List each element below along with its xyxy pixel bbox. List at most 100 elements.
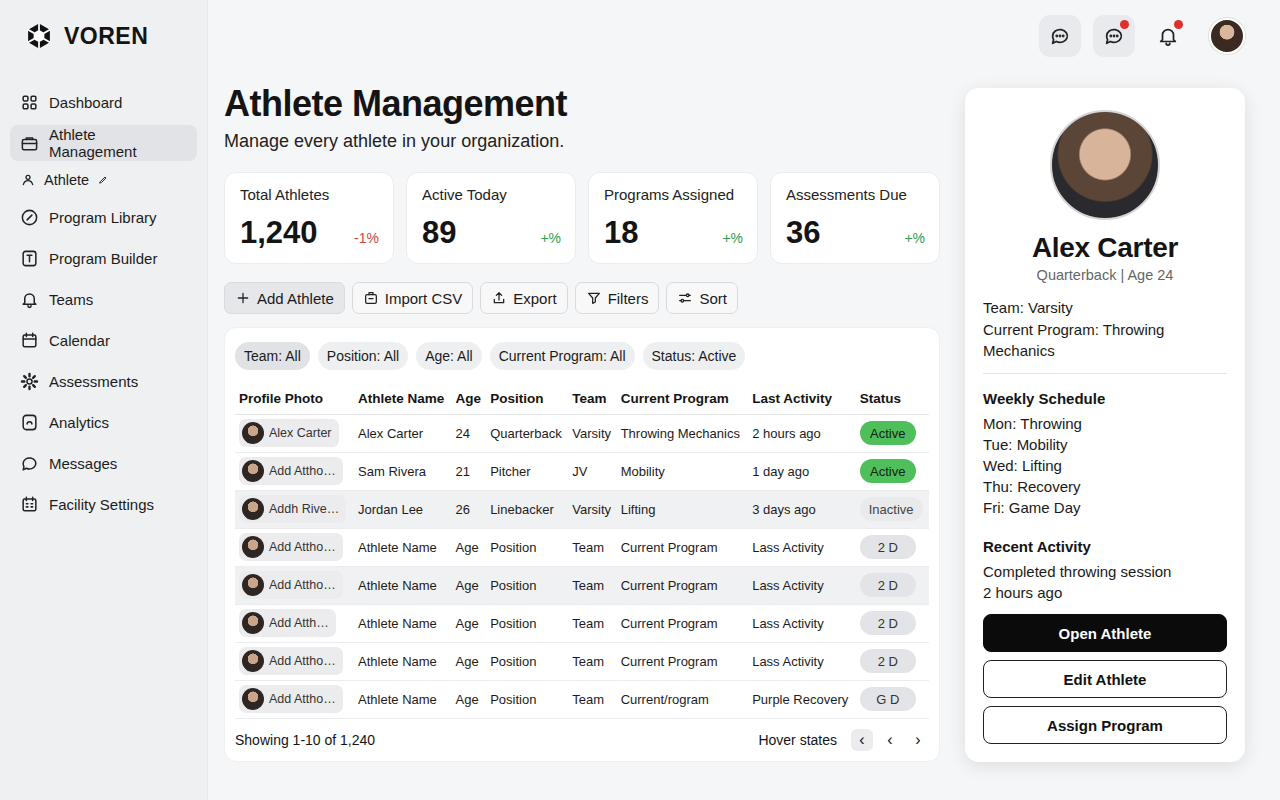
user-avatar[interactable] <box>1209 18 1245 54</box>
status-badge: 2 D <box>860 611 916 635</box>
sidebar-item[interactable]: Facility Settings <box>10 486 197 522</box>
header-button[interactable] <box>1093 15 1135 57</box>
column-header[interactable]: Team <box>568 384 616 414</box>
stat-row: 18+% <box>604 215 743 251</box>
table-cell: Age <box>451 604 486 642</box>
photo-chip[interactable]: Add Attho… <box>239 533 343 561</box>
athlete-photo <box>242 536 264 558</box>
activity-text: Completed throwing session <box>983 561 1227 582</box>
recent-activity: Recent ActivityCompleted throwing sessio… <box>983 536 1227 603</box>
table-cell: 26 <box>451 490 486 528</box>
table-row[interactable]: Add Atth…Athlete NameAgePositionTeamCurr… <box>235 604 929 642</box>
sidebar-item[interactable]: Athlete <box>10 166 197 194</box>
photo-chip[interactable]: Add Atth… <box>239 609 336 637</box>
photo-chip[interactable]: Add Attho… <box>239 457 343 485</box>
column-header[interactable]: Status <box>856 384 929 414</box>
table-row[interactable]: Alex CarterAlex Carter24QuarterbackVarsi… <box>235 414 929 452</box>
photo-chip[interactable]: Addh Rive… <box>239 495 346 523</box>
header-button[interactable] <box>1039 15 1081 57</box>
toolbar-button[interactable]: Add Athlete <box>224 282 345 314</box>
stat-card: Total Athletes1,240-1% <box>224 172 394 264</box>
notification-dot <box>1174 20 1183 29</box>
table-cell: Lifting <box>617 490 748 528</box>
pager-button[interactable]: ‹ <box>851 729 873 751</box>
toolbar-button[interactable]: Sort <box>666 282 738 314</box>
photo-cell: Add Attho… <box>235 528 354 566</box>
sidebar-item[interactable]: Athlete Management <box>10 125 197 161</box>
photo-chip[interactable]: Add Attho… <box>239 685 343 713</box>
table-row[interactable]: Add Attho…Athlete NameAgePositionTeamCur… <box>235 566 929 604</box>
table-cell: Current Program <box>617 642 748 680</box>
filter-chip[interactable]: Position: All <box>318 342 408 370</box>
toolbar-button[interactable]: Export <box>480 282 567 314</box>
pager-button[interactable]: ‹ <box>879 729 901 751</box>
athlete-table-card: Team: All Position: All Age: All Current Pr… <box>224 327 940 762</box>
athlete-photo <box>242 688 264 710</box>
sidebar-item[interactable]: Messages <box>10 445 197 481</box>
bell-icon <box>20 290 39 309</box>
table-row[interactable]: Addh Rive…Jordan Lee26LinebackerVarsityL… <box>235 490 929 528</box>
photo-chip[interactable]: Alex Carter <box>239 419 339 447</box>
column-header[interactable]: Profile Photo <box>235 384 354 414</box>
toolbar-label: Export <box>513 290 556 307</box>
logo[interactable]: VOREN <box>10 18 197 54</box>
table-cell: Age <box>451 566 486 604</box>
message-icon <box>20 454 39 473</box>
sidebar-item[interactable]: Calendar <box>10 322 197 358</box>
filter-chip[interactable]: Age: All <box>416 342 481 370</box>
sidebar-item[interactable]: Program Builder <box>10 240 197 276</box>
stat-card: Programs Assigned 18+% <box>588 172 758 264</box>
table-cell: Team <box>568 604 616 642</box>
table-cell: Current/rogram <box>617 680 748 718</box>
athlete-photo <box>242 612 264 634</box>
profile-name: Alex Carter <box>983 232 1227 264</box>
profile-button[interactable]: Edit Athlete <box>983 660 1227 698</box>
main: Athlete ManagementManage every athlete i… <box>208 0 1280 800</box>
table-row[interactable]: Add Attho…Athlete NameAgePositionTeamCur… <box>235 528 929 566</box>
stat-value: 18 <box>604 215 638 251</box>
toolbar-button[interactable]: Filters <box>575 282 660 314</box>
toolbar-button[interactable]: Import CSV <box>352 282 474 314</box>
logo-text: VOREN <box>64 23 148 50</box>
stat-label: Programs Assigned <box>604 186 743 203</box>
stat-row: 89+% <box>422 215 561 251</box>
photo-label: Addh Rive… <box>269 502 339 516</box>
table-header: Profile PhotoAthlete NameAgePositionTeam… <box>235 384 929 414</box>
stat-card: Active Today89+% <box>406 172 576 264</box>
status-badge: 2 D <box>860 535 916 559</box>
sidebar-item[interactable]: Teams <box>10 281 197 317</box>
facility-icon <box>20 495 39 514</box>
pager-button[interactable]: › <box>907 729 929 751</box>
profile-button[interactable]: Assign Program <box>983 706 1227 744</box>
table-row[interactable]: Add Attho…Sam Rivera21PitcherJVMobility1… <box>235 452 929 490</box>
table-cell: Athlete Name <box>354 528 451 566</box>
table-cell: Lass Activity <box>748 642 856 680</box>
column-header[interactable]: Last Activity <box>748 384 856 414</box>
sidebar-item[interactable]: Dashboard <box>10 84 197 120</box>
stat-change: -1% <box>354 230 379 246</box>
table-cell: Current Program <box>617 528 748 566</box>
table-cell: Age <box>451 528 486 566</box>
header-button[interactable] <box>1147 15 1189 57</box>
column-header[interactable]: Athlete Name <box>354 384 451 414</box>
table-row[interactable]: Add Attho…Athlete NameAgePositionTeamCur… <box>235 680 929 718</box>
table-cell: Team <box>568 642 616 680</box>
filter-chip[interactable]: Status: Active <box>643 342 746 370</box>
photo-chip[interactable]: Add Attho… <box>239 571 343 599</box>
table-row[interactable]: Add Attho…Athlete NameAgePositionTeamCur… <box>235 642 929 680</box>
filter-chip[interactable]: Current Program: All <box>490 342 635 370</box>
photo-cell: Alex Carter <box>235 414 354 452</box>
status-cell: G D <box>856 680 929 718</box>
column-header[interactable]: Current Program <box>617 384 748 414</box>
photo-chip[interactable]: Add Attho… <box>239 647 343 675</box>
photo-cell: Add Attho… <box>235 566 354 604</box>
profile-button[interactable]: Open Athlete <box>983 614 1227 652</box>
sidebar-item[interactable]: Program Library <box>10 199 197 235</box>
sidebar-item[interactable]: Assessments <box>10 363 197 399</box>
column-header[interactable]: Position <box>486 384 568 414</box>
column-header[interactable]: Age <box>451 384 486 414</box>
filter-chip[interactable]: Team: All <box>235 342 310 370</box>
table-cell: Current Program <box>617 604 748 642</box>
sidebar-item[interactable]: Analytics <box>10 404 197 440</box>
gear-icon <box>20 372 39 391</box>
